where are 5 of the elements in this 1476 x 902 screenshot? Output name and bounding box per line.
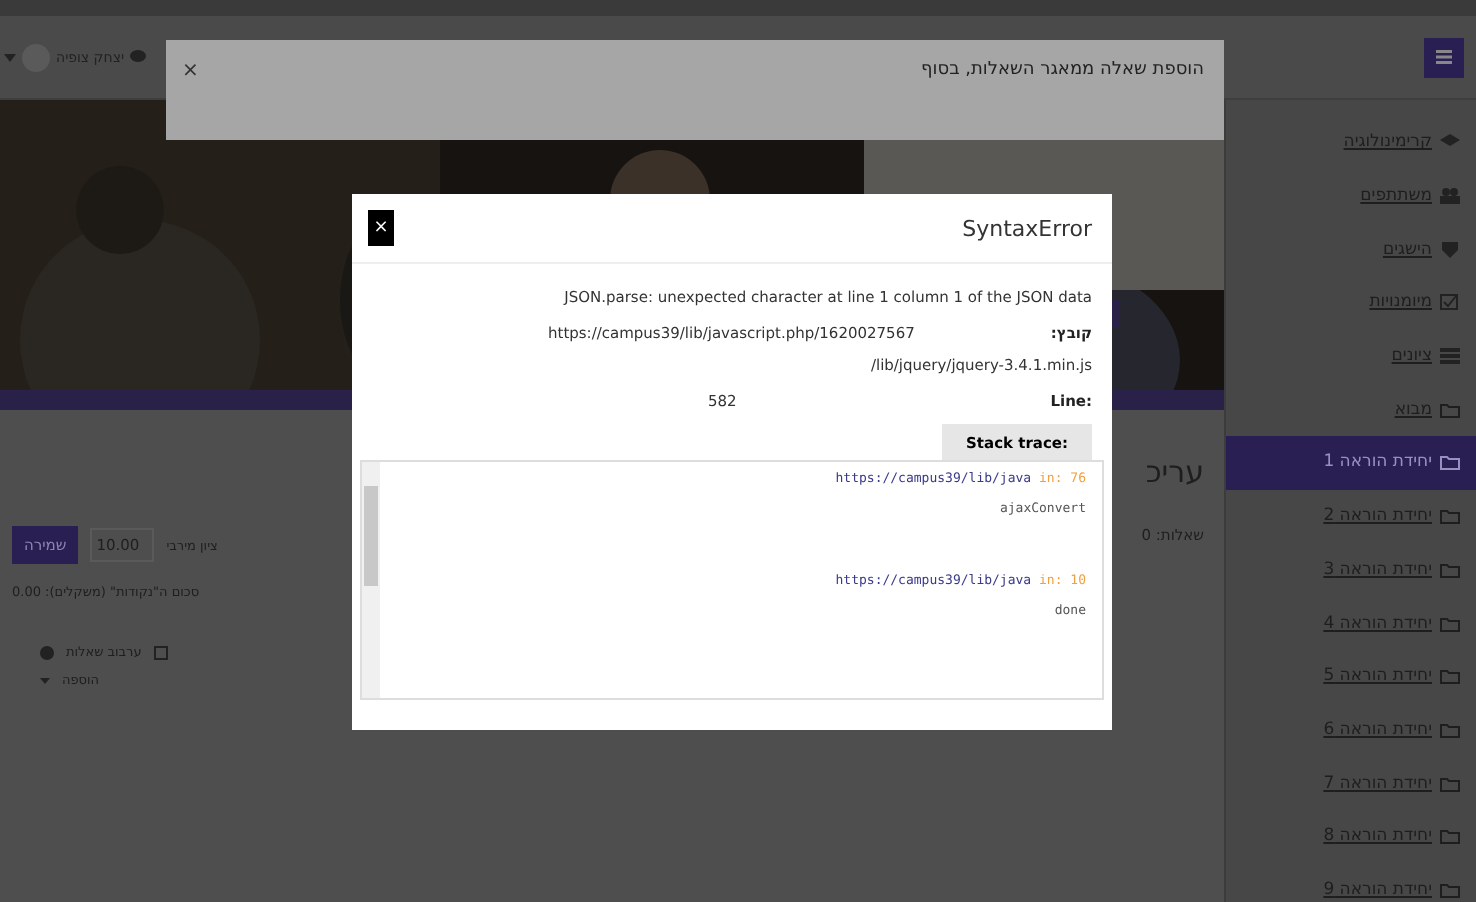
close-button[interactable]: × bbox=[368, 210, 394, 246]
sidebar-item[interactable]: יחידת הוראה 1 bbox=[1226, 436, 1476, 490]
modal-title: SyntaxError bbox=[962, 215, 1092, 241]
close-button[interactable]: × bbox=[182, 60, 199, 82]
toast-message: הוספת שאלה ממאגר השאלות, בסוף bbox=[921, 60, 1204, 80]
